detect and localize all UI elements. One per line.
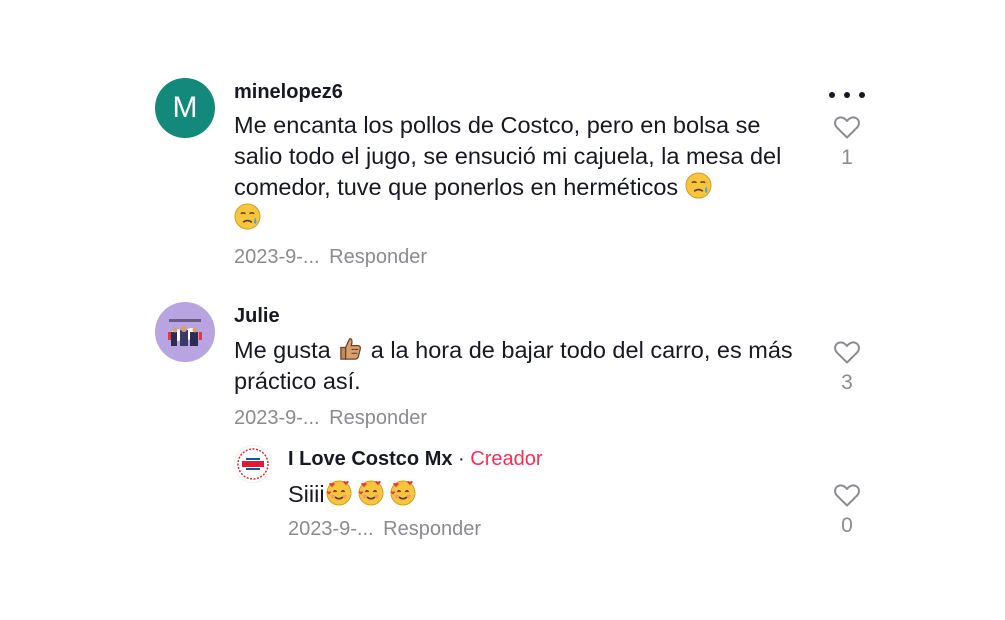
reply-meta: 2023-9-... Responder: [288, 518, 481, 541]
comment-text: Me encanta los pollos de Costco, pero en…: [234, 110, 804, 234]
comment-username[interactable]: Julie: [234, 305, 280, 328]
reply-username: I Love Costco Mx · Creador: [288, 448, 543, 471]
creator-badge: Creador: [470, 448, 543, 470]
like-button[interactable]: 1: [827, 114, 867, 170]
avatar-letter: M: [172, 91, 198, 124]
heart-outline-icon: [833, 339, 861, 365]
reply-button[interactable]: Responder: [383, 518, 481, 540]
reply-button[interactable]: Responder: [329, 407, 427, 429]
like-count: 3: [841, 371, 853, 394]
avatar-image: [168, 319, 202, 346]
like-button[interactable]: 3: [827, 339, 867, 395]
reply-author[interactable]: I Love Costco Mx: [288, 448, 452, 470]
comment-text-body: Me gusta: [234, 337, 338, 363]
avatar[interactable]: [155, 302, 215, 362]
comment-meta: 2023-9-... Responder: [234, 246, 427, 269]
reply-text: Siiii: [288, 478, 417, 510]
comment-username[interactable]: minelopez6: [234, 81, 343, 104]
heart-outline-icon: [833, 482, 861, 508]
comment-date: 2023-9-...: [234, 407, 320, 429]
comment-text: Me gusta a la hora de bajar todo del car…: [234, 335, 794, 397]
thumbs-up-emoji: [337, 335, 364, 362]
smiling-face-with-hearts-emoji: [389, 478, 417, 506]
like-count: 1: [841, 146, 853, 169]
like-button[interactable]: 0: [827, 482, 867, 538]
smiling-face-with-hearts-emoji: [357, 478, 385, 506]
sad-tear-emoji: [685, 172, 712, 199]
separator-dot: ·: [458, 448, 465, 470]
comment-date: 2023-9-...: [234, 246, 320, 268]
creator-avatar[interactable]: [234, 445, 272, 483]
sad-tear-emoji: [234, 203, 261, 230]
reply-date: 2023-9-...: [288, 518, 374, 540]
heart-outline-icon: [833, 114, 861, 140]
smiling-face-with-hearts-emoji: [325, 478, 353, 506]
costco-logo: [237, 448, 269, 480]
comment-meta: 2023-9-... Responder: [234, 407, 427, 430]
more-options-icon[interactable]: [829, 86, 865, 104]
avatar[interactable]: M: [155, 78, 215, 138]
like-count: 0: [841, 514, 853, 537]
reply-button[interactable]: Responder: [329, 246, 427, 268]
reply-text-body: Siiii: [288, 481, 325, 507]
